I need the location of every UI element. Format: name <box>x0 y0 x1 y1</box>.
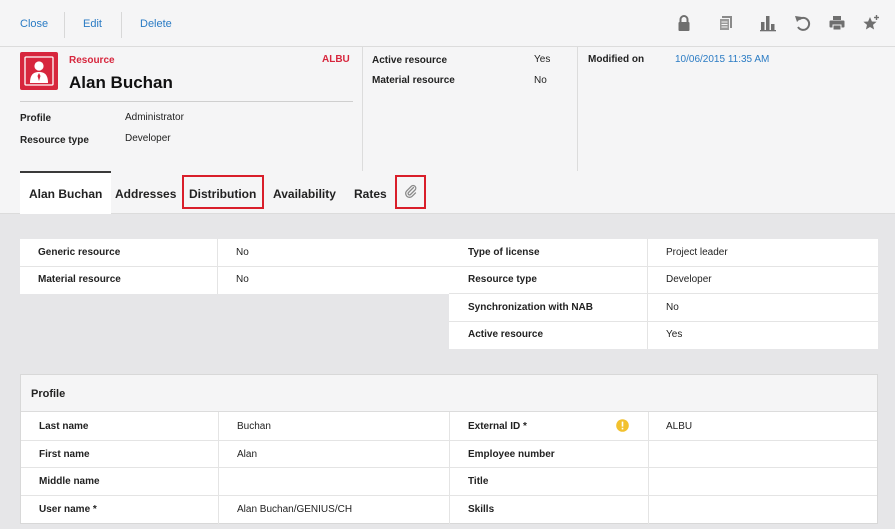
nab-sync-label: Synchronization with NAB <box>468 302 593 313</box>
grid-divider <box>449 266 878 267</box>
tab-addresses[interactable]: Addresses <box>106 171 185 214</box>
tab-distribution[interactable]: Distribution <box>180 171 265 214</box>
undo-icon[interactable] <box>794 14 812 32</box>
tab-availability[interactable]: Availability <box>264 171 345 214</box>
page-title: Alan Buchan <box>69 73 173 92</box>
grid-divider <box>20 266 449 267</box>
avatar <box>20 52 58 90</box>
grid-divider <box>449 321 878 322</box>
profile-section-header[interactable]: Profile <box>21 375 877 412</box>
toolbar: Close Edit Delete <box>0 0 895 47</box>
grid-divider <box>648 412 649 525</box>
toolbar-divider <box>64 12 65 38</box>
active-resource-value: Yes <box>534 54 551 65</box>
edit-button[interactable]: Edit <box>83 18 102 30</box>
modified-on-label: Modified on <box>588 54 645 65</box>
first-name-label: First name <box>39 449 90 460</box>
modified-on-value[interactable]: 10/06/2015 11:35 AM <box>675 54 769 65</box>
tab-rates[interactable]: Rates <box>345 171 396 214</box>
title-label: Title <box>468 476 489 487</box>
entity-code: ALBU <box>322 54 350 65</box>
resource-type-field-value: Developer <box>666 274 712 285</box>
favorite-star-icon[interactable] <box>862 14 880 32</box>
active-resource-field-label: Active resource <box>468 329 544 340</box>
lock-icon[interactable] <box>675 14 693 32</box>
generic-resource-value: No <box>236 247 249 258</box>
resource-type-label: Resource type <box>20 135 89 146</box>
external-id-value: ALBU <box>666 421 693 432</box>
profile-section-title: Profile <box>31 388 66 400</box>
attachment-icon[interactable] <box>404 184 418 198</box>
material-resource-field-value: No <box>236 274 249 285</box>
active-resource-label: Active resource <box>372 55 448 66</box>
profile-label: Profile <box>20 113 52 124</box>
active-resource-field-value: Yes <box>666 329 683 340</box>
grid-divider <box>21 495 877 496</box>
middle-name-label: Middle name <box>39 476 100 487</box>
license-type-label: Type of license <box>468 247 540 258</box>
record-header: Resource ALBU Alan Buchan Profile Admini… <box>0 47 895 171</box>
print-icon[interactable] <box>828 14 846 32</box>
grid-divider <box>647 239 648 349</box>
general-fields-right: Type of license Project leader Resource … <box>449 239 878 349</box>
user-name-value: Alan Buchan/GENIUS/CH <box>237 504 353 515</box>
resource-type-field-label: Resource type <box>468 274 537 285</box>
grid-divider <box>21 467 877 468</box>
delete-button[interactable]: Delete <box>140 18 172 30</box>
bar-chart-icon[interactable] <box>759 14 777 32</box>
entity-type-label: Resource <box>69 55 115 66</box>
last-name-value: Buchan <box>237 421 271 432</box>
nab-sync-value: No <box>666 302 679 313</box>
tab-bar: Alan Buchan Addresses Distribution Avail… <box>0 171 895 214</box>
toolbar-divider <box>121 12 122 38</box>
tab-general[interactable]: Alan Buchan <box>20 171 112 214</box>
general-fields-left: Generic resource No Material resource No <box>20 239 449 294</box>
profile-value: Administrator <box>125 112 184 123</box>
generic-resource-label: Generic resource <box>38 247 121 258</box>
close-button[interactable]: Close <box>20 18 48 30</box>
grid-divider <box>218 412 219 525</box>
external-id-label: External ID * <box>468 421 527 432</box>
header-column-divider <box>362 47 363 171</box>
header-divider <box>20 101 353 102</box>
grid-divider <box>449 412 450 525</box>
material-resource-field-label: Material resource <box>38 274 121 285</box>
resource-type-value: Developer <box>125 133 171 144</box>
skills-label: Skills <box>468 504 495 515</box>
grid-divider <box>449 293 878 294</box>
warning-icon[interactable] <box>616 419 629 432</box>
grid-divider <box>21 440 877 441</box>
last-name-label: Last name <box>39 421 89 432</box>
copy-icon[interactable] <box>717 14 735 32</box>
license-type-value: Project leader <box>666 247 728 258</box>
user-name-label: User name * <box>39 504 97 515</box>
header-column-divider <box>577 47 578 171</box>
first-name-value: Alan <box>237 449 258 460</box>
material-resource-value: No <box>534 75 547 86</box>
material-resource-label: Material resource <box>372 75 455 86</box>
employee-number-label: Employee number <box>468 449 555 460</box>
profile-section: Profile Last name Buchan First name Alan… <box>20 374 878 525</box>
